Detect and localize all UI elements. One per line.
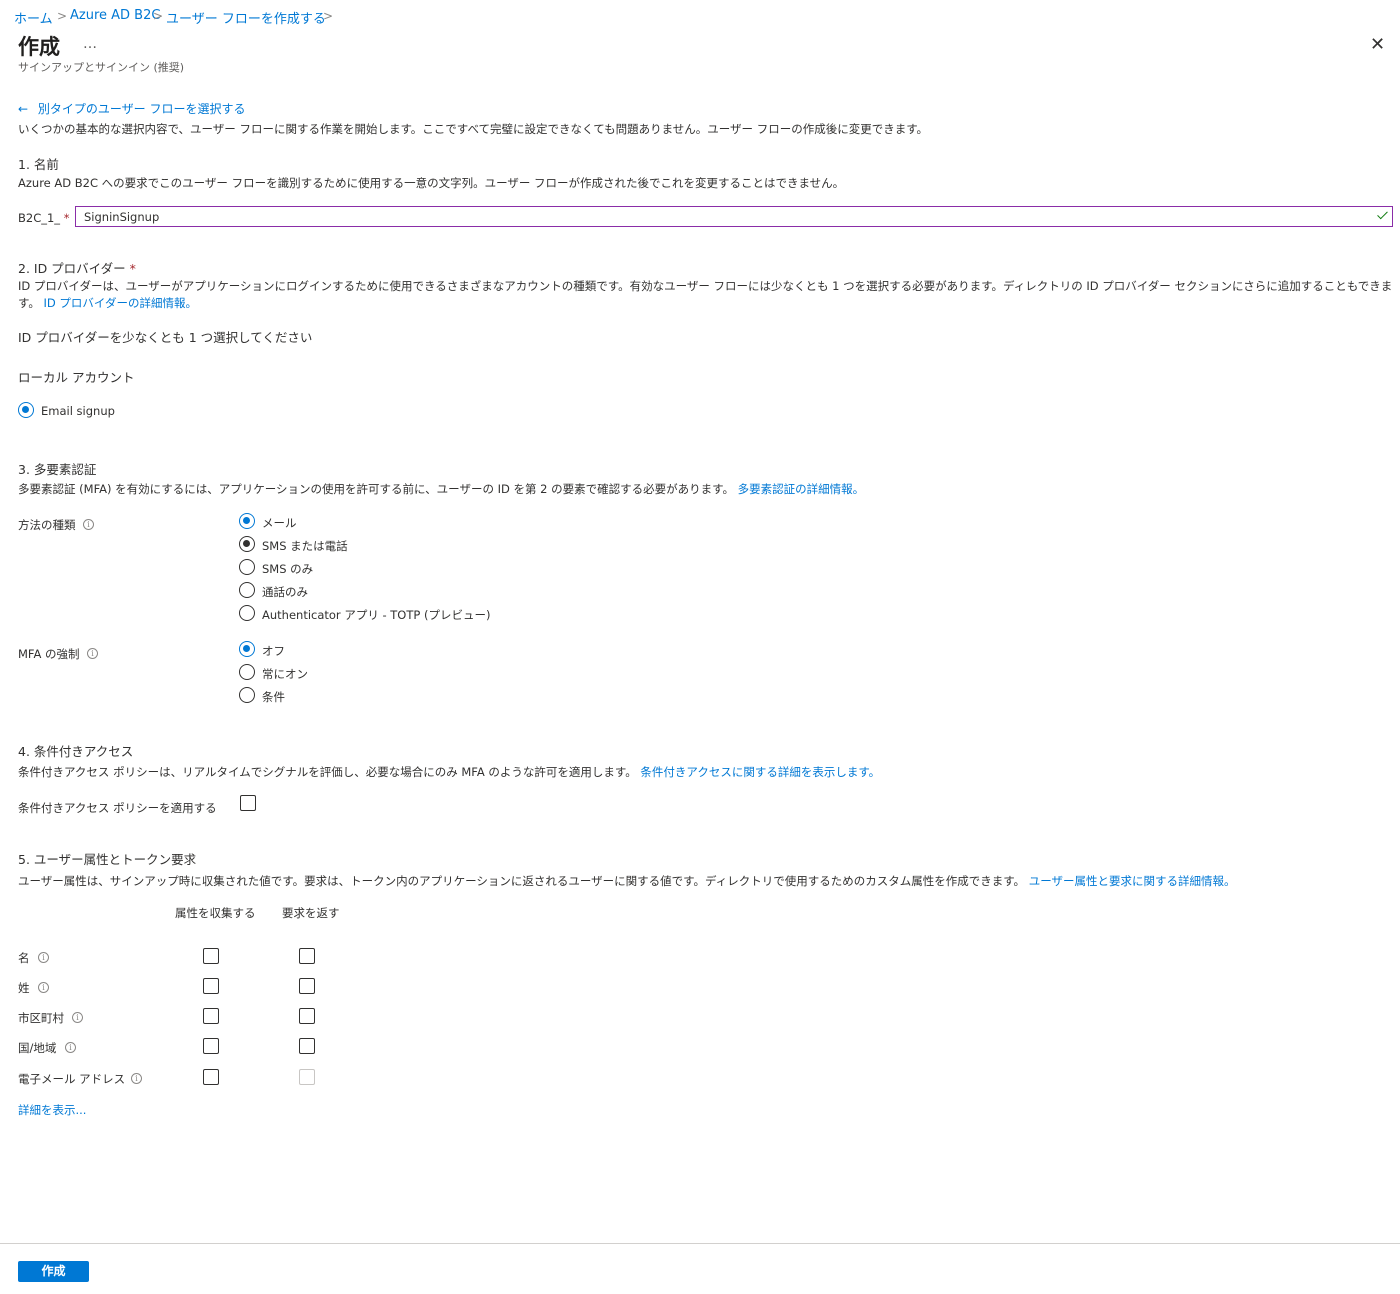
checkmark-icon — [1378, 209, 1386, 221]
method-type-label: 方法の種類 — [18, 518, 76, 532]
method-option-label: SMS または電話 — [262, 539, 348, 553]
attr-row-label: 姓 — [18, 981, 30, 995]
idp-notice: ID プロバイダーを少なくとも 1 つ選択してください — [18, 330, 313, 345]
more-options-icon[interactable]: … — [83, 36, 97, 52]
method-option-label: 通話のみ — [262, 585, 308, 599]
col-return-header: 要求を返す — [282, 906, 340, 920]
method-authenticator-radio[interactable] — [239, 605, 255, 621]
return-city-checkbox[interactable] — [299, 1008, 315, 1024]
enforce-option-label: 常にオン — [262, 667, 308, 681]
info-icon[interactable]: i — [87, 648, 98, 659]
breadcrumb-azure-ad-b2c[interactable]: Azure AD B2C — [70, 8, 160, 23]
section-ca-description: 条件付きアクセス ポリシーは、リアルタイムでシグナルを評価し、必要な場合にのみ … — [18, 765, 881, 779]
enforce-option-label: オフ — [262, 644, 285, 658]
info-icon[interactable]: i — [38, 982, 49, 993]
collect-city-checkbox[interactable] — [203, 1008, 219, 1024]
local-account-label: ローカル アカウント — [18, 370, 135, 385]
section-mfa-heading: 3. 多要素認証 — [18, 462, 97, 477]
flow-name-input[interactable]: SigninSignup — [75, 206, 1393, 227]
email-signup-label: Email signup — [41, 404, 115, 418]
breadcrumb-home[interactable]: ホーム — [14, 8, 53, 27]
page-title: 作成 — [18, 35, 60, 59]
method-sms-phone-radio[interactable] — [239, 536, 255, 552]
page-subtitle: サインアップとサインイン (推奨) — [18, 61, 185, 74]
attrs-learn-more-link[interactable]: ユーザー属性と要求に関する詳細情報。 — [1029, 874, 1236, 888]
section-ca-heading: 4. 条件付きアクセス — [18, 744, 134, 759]
info-icon[interactable]: i — [131, 1073, 142, 1084]
method-option-label: メール — [262, 516, 297, 530]
name-prefix-label: B2C_1_ * — [18, 211, 70, 225]
section-attrs-description: ユーザー属性は、サインアップ時に収集された値です。要求は、トークン内のアプリケー… — [18, 874, 1236, 888]
collect-given-name-checkbox[interactable] — [203, 948, 219, 964]
arrow-left-icon: ← — [18, 102, 29, 116]
enforce-option-label: 条件 — [262, 690, 285, 704]
enforce-off-radio[interactable] — [239, 641, 255, 657]
flow-name-value: SigninSignup — [84, 210, 160, 224]
breadcrumb-separator-icon: > — [323, 9, 334, 23]
breadcrumb-separator-icon: > — [57, 9, 68, 23]
ca-apply-label: 条件付きアクセス ポリシーを適用する — [18, 801, 217, 815]
method-email-radio[interactable] — [239, 513, 255, 529]
required-mark: * — [63, 211, 70, 225]
breadcrumb-separator-icon: > — [153, 9, 164, 23]
show-more-link[interactable]: 詳細を表示... — [18, 1102, 86, 1118]
enforce-always-on-radio[interactable] — [239, 664, 255, 680]
footer-divider — [0, 1243, 1400, 1244]
section-idp-description: ID プロバイダーは、ユーザーがアプリケーションにログインするために使用できるさ… — [18, 279, 1393, 293]
idp-learn-more-link[interactable]: ID プロバイダーの詳細情報。 — [44, 296, 197, 310]
section-name-description: Azure AD B2C への要求でこのユーザー フローを識別するために使用する… — [18, 176, 845, 190]
return-surname-checkbox[interactable] — [299, 978, 315, 994]
back-link[interactable]: ← 別タイプのユーザー フローを選択する — [18, 100, 245, 117]
return-email-checkbox — [299, 1069, 315, 1085]
info-icon[interactable]: i — [72, 1012, 83, 1023]
ca-apply-checkbox[interactable] — [240, 795, 256, 811]
intro-text: いくつかの基本的な選択内容で、ユーザー フローに関する作業を開始します。ここです… — [18, 122, 929, 136]
collect-country-checkbox[interactable] — [203, 1038, 219, 1054]
attr-row-label: 名 — [18, 951, 30, 965]
section-idp-heading: 2. ID プロバイダー * — [18, 261, 136, 276]
close-icon[interactable]: ✕ — [1370, 34, 1385, 55]
ca-learn-more-link[interactable]: 条件付きアクセスに関する詳細を表示します。 — [640, 765, 880, 779]
attr-row-label: 国/地域 — [18, 1041, 57, 1055]
method-option-label: Authenticator アプリ - TOTP (プレビュー) — [262, 608, 491, 622]
attr-row-label: 市区町村 — [18, 1011, 64, 1025]
breadcrumb-create-user-flow[interactable]: ユーザー フローを作成する — [166, 8, 326, 27]
section-idp-description-cont: す。 ID プロバイダーの詳細情報。 — [18, 296, 197, 310]
enforce-conditional-radio[interactable] — [239, 687, 255, 703]
method-option-label: SMS のみ — [262, 562, 314, 576]
method-sms-only-radio[interactable] — [239, 559, 255, 575]
mfa-enforce-label: MFA の強制 — [18, 647, 80, 661]
back-link-label: 別タイプのユーザー フローを選択する — [37, 102, 246, 116]
section-mfa-description: 多要素認証 (MFA) を有効にするには、アプリケーションの使用を許可する前に、… — [18, 482, 865, 496]
email-signup-radio[interactable] — [18, 402, 34, 418]
info-icon[interactable]: i — [38, 952, 49, 963]
section-name-heading: 1. 名前 — [18, 157, 59, 172]
col-collect-header: 属性を収集する — [175, 906, 256, 920]
collect-surname-checkbox[interactable] — [203, 978, 219, 994]
required-mark: * — [129, 261, 136, 276]
info-icon[interactable]: i — [83, 519, 94, 530]
attr-row-label: 電子メール アドレス — [18, 1072, 126, 1086]
create-button[interactable]: 作成 — [18, 1261, 89, 1282]
method-call-only-radio[interactable] — [239, 582, 255, 598]
info-icon[interactable]: i — [65, 1042, 76, 1053]
collect-email-checkbox[interactable] — [203, 1069, 219, 1085]
section-attrs-heading: 5. ユーザー属性とトークン要求 — [18, 852, 197, 867]
mfa-learn-more-link[interactable]: 多要素認証の詳細情報。 — [738, 482, 865, 496]
return-country-checkbox[interactable] — [299, 1038, 315, 1054]
return-given-name-checkbox[interactable] — [299, 948, 315, 964]
